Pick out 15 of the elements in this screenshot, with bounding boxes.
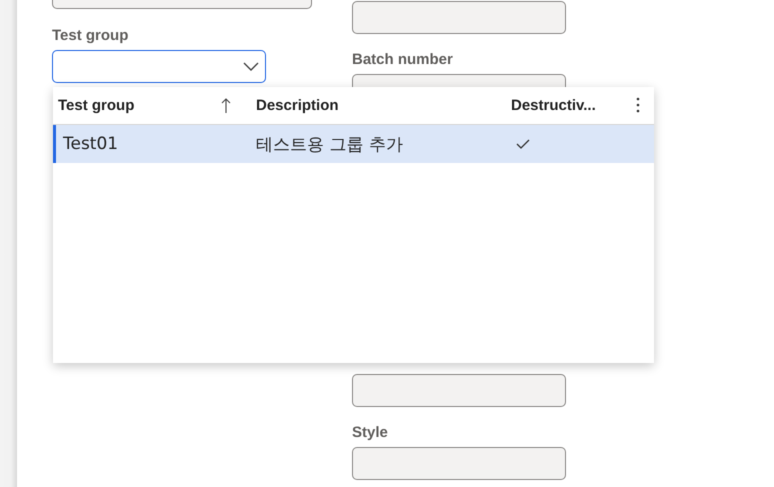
chevron-down-icon [243,62,259,72]
table-cell: Test01 [63,134,118,154]
grid-row[interactable]: Test01 테스트용 그룹 추가 [53,125,654,163]
field-label: Test group [52,27,130,45]
dropdown-field[interactable] [52,50,266,83]
more-options-icon[interactable] [636,97,640,113]
table-cell: 테스트용 그룹 추가 [256,134,403,154]
column-header[interactable]: Test group [58,97,134,114]
input-field[interactable] [352,1,566,34]
field-label: Style [352,424,389,442]
field-label: Batch number [352,51,454,69]
input-field[interactable] [352,447,566,480]
column-header[interactable]: Description [256,97,339,114]
column-header[interactable]: Destructiv... [511,97,596,114]
input-field[interactable] [352,374,566,407]
